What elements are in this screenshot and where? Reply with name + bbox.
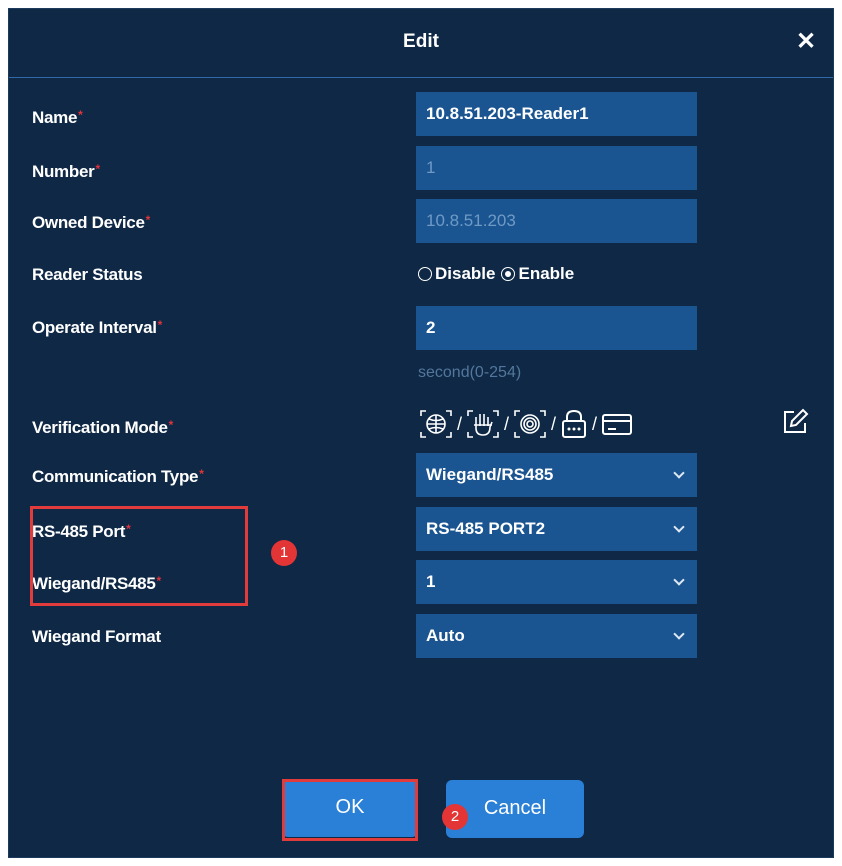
palm-icon xyxy=(467,410,499,438)
number-label: Number* xyxy=(32,162,100,181)
close-icon[interactable]: ✕ xyxy=(793,29,819,55)
reader-status-radio-group: Disable Enable xyxy=(418,264,574,284)
fingerprint-icon xyxy=(514,410,546,438)
required-mark: * xyxy=(95,162,100,176)
disable-radio[interactable] xyxy=(418,267,432,281)
name-input[interactable]: 10.8.51.203-Reader1 xyxy=(416,92,697,136)
face-icon xyxy=(420,410,452,438)
card-icon xyxy=(602,414,633,435)
reader-status-label: Reader Status xyxy=(32,265,143,284)
operate-interval-label: Operate Interval* xyxy=(32,318,163,337)
enable-radio-label[interactable]: Enable xyxy=(518,264,574,284)
cancel-button[interactable]: Cancel xyxy=(446,780,584,838)
disable-radio-label[interactable]: Disable xyxy=(435,264,495,284)
separator: / xyxy=(457,413,463,434)
communication-type-select[interactable]: Wiegand/RS485 xyxy=(416,453,697,497)
communication-type-label: Communication Type* xyxy=(32,467,204,486)
separator: / xyxy=(551,413,557,434)
operate-interval-hint: second(0-254) xyxy=(418,364,522,381)
required-mark: * xyxy=(145,213,151,227)
annotation-box-fields xyxy=(30,506,248,606)
verification-mode-icons: / / / / xyxy=(418,408,634,440)
wiegand-format-label: Wiegand Format xyxy=(32,627,161,646)
dialog-title-bar: Edit ✕ xyxy=(9,9,833,78)
cancel-button-label: Cancel xyxy=(483,797,547,819)
separator: / xyxy=(504,413,510,434)
wiegand-rs485-select[interactable]: 1 xyxy=(416,560,697,604)
password-icon xyxy=(562,409,587,438)
edit-icon[interactable] xyxy=(780,407,810,437)
required-mark: * xyxy=(168,418,174,432)
enable-radio[interactable] xyxy=(501,267,516,281)
number-input: 1 xyxy=(416,146,697,190)
owned-device-label: Owned Device* xyxy=(32,213,151,232)
wiegand-format-select[interactable]: Auto xyxy=(416,614,697,658)
separator: / xyxy=(592,413,598,434)
verification-mode-label: Verification Mode* xyxy=(32,418,174,437)
annotation-box-ok xyxy=(282,779,418,841)
operate-interval-input[interactable]: 2 xyxy=(416,306,697,350)
annotation-badge-2: 2 xyxy=(442,804,468,830)
owned-device-input: 10.8.51.203 xyxy=(416,199,697,243)
required-mark: * xyxy=(78,108,83,122)
rs485-port-select[interactable]: RS-485 PORT2 xyxy=(416,507,697,551)
dialog-title: Edit xyxy=(403,31,439,52)
required-mark: * xyxy=(199,467,204,481)
required-mark: * xyxy=(157,318,163,332)
name-label: Name* xyxy=(32,108,83,127)
annotation-badge-1: 1 xyxy=(271,540,297,566)
